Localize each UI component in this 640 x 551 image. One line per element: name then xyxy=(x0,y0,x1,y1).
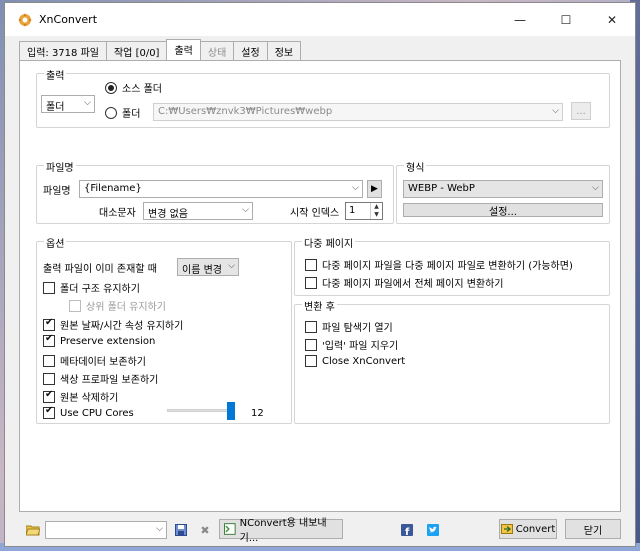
chevron-down-icon: ⌵ xyxy=(84,98,91,108)
chevron-down-icon: ⌵ xyxy=(592,183,599,193)
cpu-cores-value: 12 xyxy=(251,408,264,419)
radio-dot xyxy=(105,81,117,94)
tab-input[interactable]: 입력: 3718 파일 xyxy=(19,41,107,60)
checkbox-box xyxy=(305,258,317,271)
tab-settings[interactable]: 설정 xyxy=(233,41,268,60)
start-index-label: 시작 인덱스 xyxy=(290,208,340,219)
title-bar: XnConvert — ☐ ✕ xyxy=(5,3,635,36)
filename-combo[interactable]: {Filename} ⌵ xyxy=(79,180,363,198)
radio-source-folder[interactable]: 소스 폴더 xyxy=(105,80,162,95)
checkbox-box xyxy=(43,333,55,347)
format-settings-button[interactable]: 설정... xyxy=(403,203,603,218)
checkbox-box xyxy=(69,299,81,312)
bottom-toolbar: ⌵ ✖ NConvert용 내보내기... f Convert 닫기 xyxy=(5,514,635,546)
twitter-icon[interactable] xyxy=(425,522,441,538)
tab-actions[interactable]: 작업 [0/0] xyxy=(105,41,168,60)
checkbox-box xyxy=(43,389,55,403)
chevron-down-icon: ⌵ xyxy=(228,261,235,271)
maximize-button[interactable]: ☐ xyxy=(543,3,589,36)
save-preset-icon[interactable] xyxy=(173,522,189,538)
delete-original-checkbox[interactable]: 원본 삭제하기 xyxy=(43,389,118,404)
case-combo[interactable]: 변경 없음 ⌵ xyxy=(143,202,253,220)
checkbox-box xyxy=(43,372,55,385)
checkbox-box xyxy=(43,317,55,331)
folder-open-icon[interactable] xyxy=(25,522,41,538)
tab-bar: 입력: 3718 파일 작업 [0/0] 출력 상태 설정 정보 xyxy=(19,39,302,60)
format-combo[interactable]: WEBP - WebP ⌵ xyxy=(403,180,603,198)
tab-status: 상태 xyxy=(199,41,235,60)
window-content: 입력: 3718 파일 작업 [0/0] 출력 상태 설정 정보 출력 폴더 ⌵ … xyxy=(5,36,635,546)
tab-output[interactable]: 출력 xyxy=(166,39,201,60)
facebook-icon[interactable]: f xyxy=(399,522,415,538)
delete-preset-icon[interactable]: ✖ xyxy=(197,522,213,538)
radio-dot xyxy=(105,106,117,119)
close-app-checkbox[interactable]: Close XnConvert xyxy=(305,355,405,367)
checkbox-box xyxy=(43,281,55,294)
delete-input-checkbox[interactable]: '입력' 파일 지우기 xyxy=(305,337,398,352)
filename-insert-button[interactable]: ▶ xyxy=(367,180,382,198)
exists-label: 출력 파일이 이미 존재할 때 xyxy=(43,264,157,275)
keep-folder-structure-checkbox[interactable]: 폴더 구조 유지하기 xyxy=(43,280,140,295)
window-title: XnConvert xyxy=(39,13,98,26)
multipage-group-label: 다중 페이지 xyxy=(302,235,356,250)
export-nconvert-button[interactable]: NConvert용 내보내기... xyxy=(219,518,343,544)
script-icon xyxy=(224,523,236,535)
keep-color-profile-checkbox[interactable]: 색상 프로파일 보존하기 xyxy=(43,371,158,386)
app-window: XnConvert — ☐ ✕ 입력: 3718 파일 작업 [0/0] 출력 … xyxy=(4,2,636,547)
filename-label: 파일명 xyxy=(43,186,71,197)
checkbox-box xyxy=(43,354,55,367)
chevron-down-icon: ⌵ xyxy=(156,524,163,534)
browse-button: ... xyxy=(571,102,591,120)
close-dialog-button[interactable]: 닫기 xyxy=(565,519,621,539)
slider-track xyxy=(167,409,231,412)
spinner-arrows-icon[interactable]: ▲ ▼ xyxy=(370,203,382,219)
checkbox-box xyxy=(305,355,317,367)
convert-button[interactable]: Convert xyxy=(499,519,557,539)
tab-about[interactable]: 정보 xyxy=(266,41,302,60)
svg-text:f: f xyxy=(405,527,410,536)
checkbox-box xyxy=(305,320,317,333)
chevron-down-icon: ⌵ xyxy=(352,183,359,193)
exists-combo[interactable]: 이름 변경 ⌵ xyxy=(177,258,239,276)
checkbox-box xyxy=(43,405,55,419)
close-button[interactable]: ✕ xyxy=(589,3,635,36)
keep-parent-folder-checkbox: 상위 폴더 유지하기 xyxy=(69,298,166,313)
use-cpu-cores-checkbox[interactable]: Use CPU Cores xyxy=(43,405,134,419)
options-group-label: 옵션 xyxy=(44,235,67,250)
multipage-group: 다중 페이지 다중 페이지 파일을 다중 페이지 파일로 변환하기 (가능하면)… xyxy=(294,235,610,296)
output-group-label: 출력 xyxy=(44,67,67,82)
preserve-extension-checkbox[interactable]: Preserve extension xyxy=(43,333,155,347)
slider-thumb[interactable] xyxy=(227,402,235,420)
after-convert-group: 변환 후 파일 탐색기 열기 '입력' 파일 지우기 Close XnConve… xyxy=(294,298,610,424)
destination-combo[interactable]: 폴더 ⌵ xyxy=(41,95,95,113)
chevron-down-icon: ⌵ xyxy=(242,205,249,215)
output-group: 출력 폴더 ⌵ 소스 폴더 폴더 C:₩Users₩znvk3₩Pictures₩… xyxy=(36,67,610,128)
preset-combo[interactable]: ⌵ xyxy=(45,521,167,539)
cpu-cores-slider[interactable] xyxy=(167,402,239,420)
filename-group-label: 파일명 xyxy=(44,159,76,174)
multi-to-multi-checkbox[interactable]: 다중 페이지 파일을 다중 페이지 파일로 변환하기 (가능하면) xyxy=(305,257,573,272)
checkbox-box xyxy=(305,276,317,289)
filename-group: 파일명 파일명 {Filename} ⌵ ▶ 대소문자 변경 없음 ⌵ 시작 인덱스… xyxy=(36,159,394,224)
app-icon xyxy=(18,12,32,27)
minimize-button[interactable]: — xyxy=(497,3,543,36)
case-label: 대소문자 xyxy=(99,208,136,219)
chevron-down-icon: ⌵ xyxy=(552,106,559,116)
start-index-spinner[interactable]: 1 ▲ ▼ xyxy=(345,202,383,220)
play-arrow-icon: ▶ xyxy=(371,184,378,194)
after-convert-group-label: 변환 후 xyxy=(302,298,337,313)
keep-datetime-checkbox[interactable]: 원본 날짜/시간 속성 유지하기 xyxy=(43,317,183,332)
multi-to-all-checkbox[interactable]: 다중 페이지 파일에서 전체 페이지 변환하기 xyxy=(305,275,504,290)
keep-metadata-checkbox[interactable]: 메타데이터 보존하기 xyxy=(43,353,146,368)
options-group: 옵션 출력 파일이 이미 존재할 때 이름 변경 ⌵ 폴더 구조 유지하기 상위 … xyxy=(36,235,292,424)
format-group-label: 형식 xyxy=(404,159,427,174)
output-panel: 출력 폴더 ⌵ 소스 폴더 폴더 C:₩Users₩znvk3₩Pictures₩… xyxy=(19,60,621,512)
checkbox-box xyxy=(305,338,317,351)
convert-icon xyxy=(500,524,513,534)
open-explorer-checkbox[interactable]: 파일 탐색기 열기 xyxy=(305,319,393,334)
folder-path-combo: C:₩Users₩znvk3₩Pictures₩webp ⌵ xyxy=(153,103,563,121)
format-group: 형식 WEBP - WebP ⌵ 설정... xyxy=(396,159,610,224)
radio-folder[interactable]: 폴더 xyxy=(105,105,140,120)
